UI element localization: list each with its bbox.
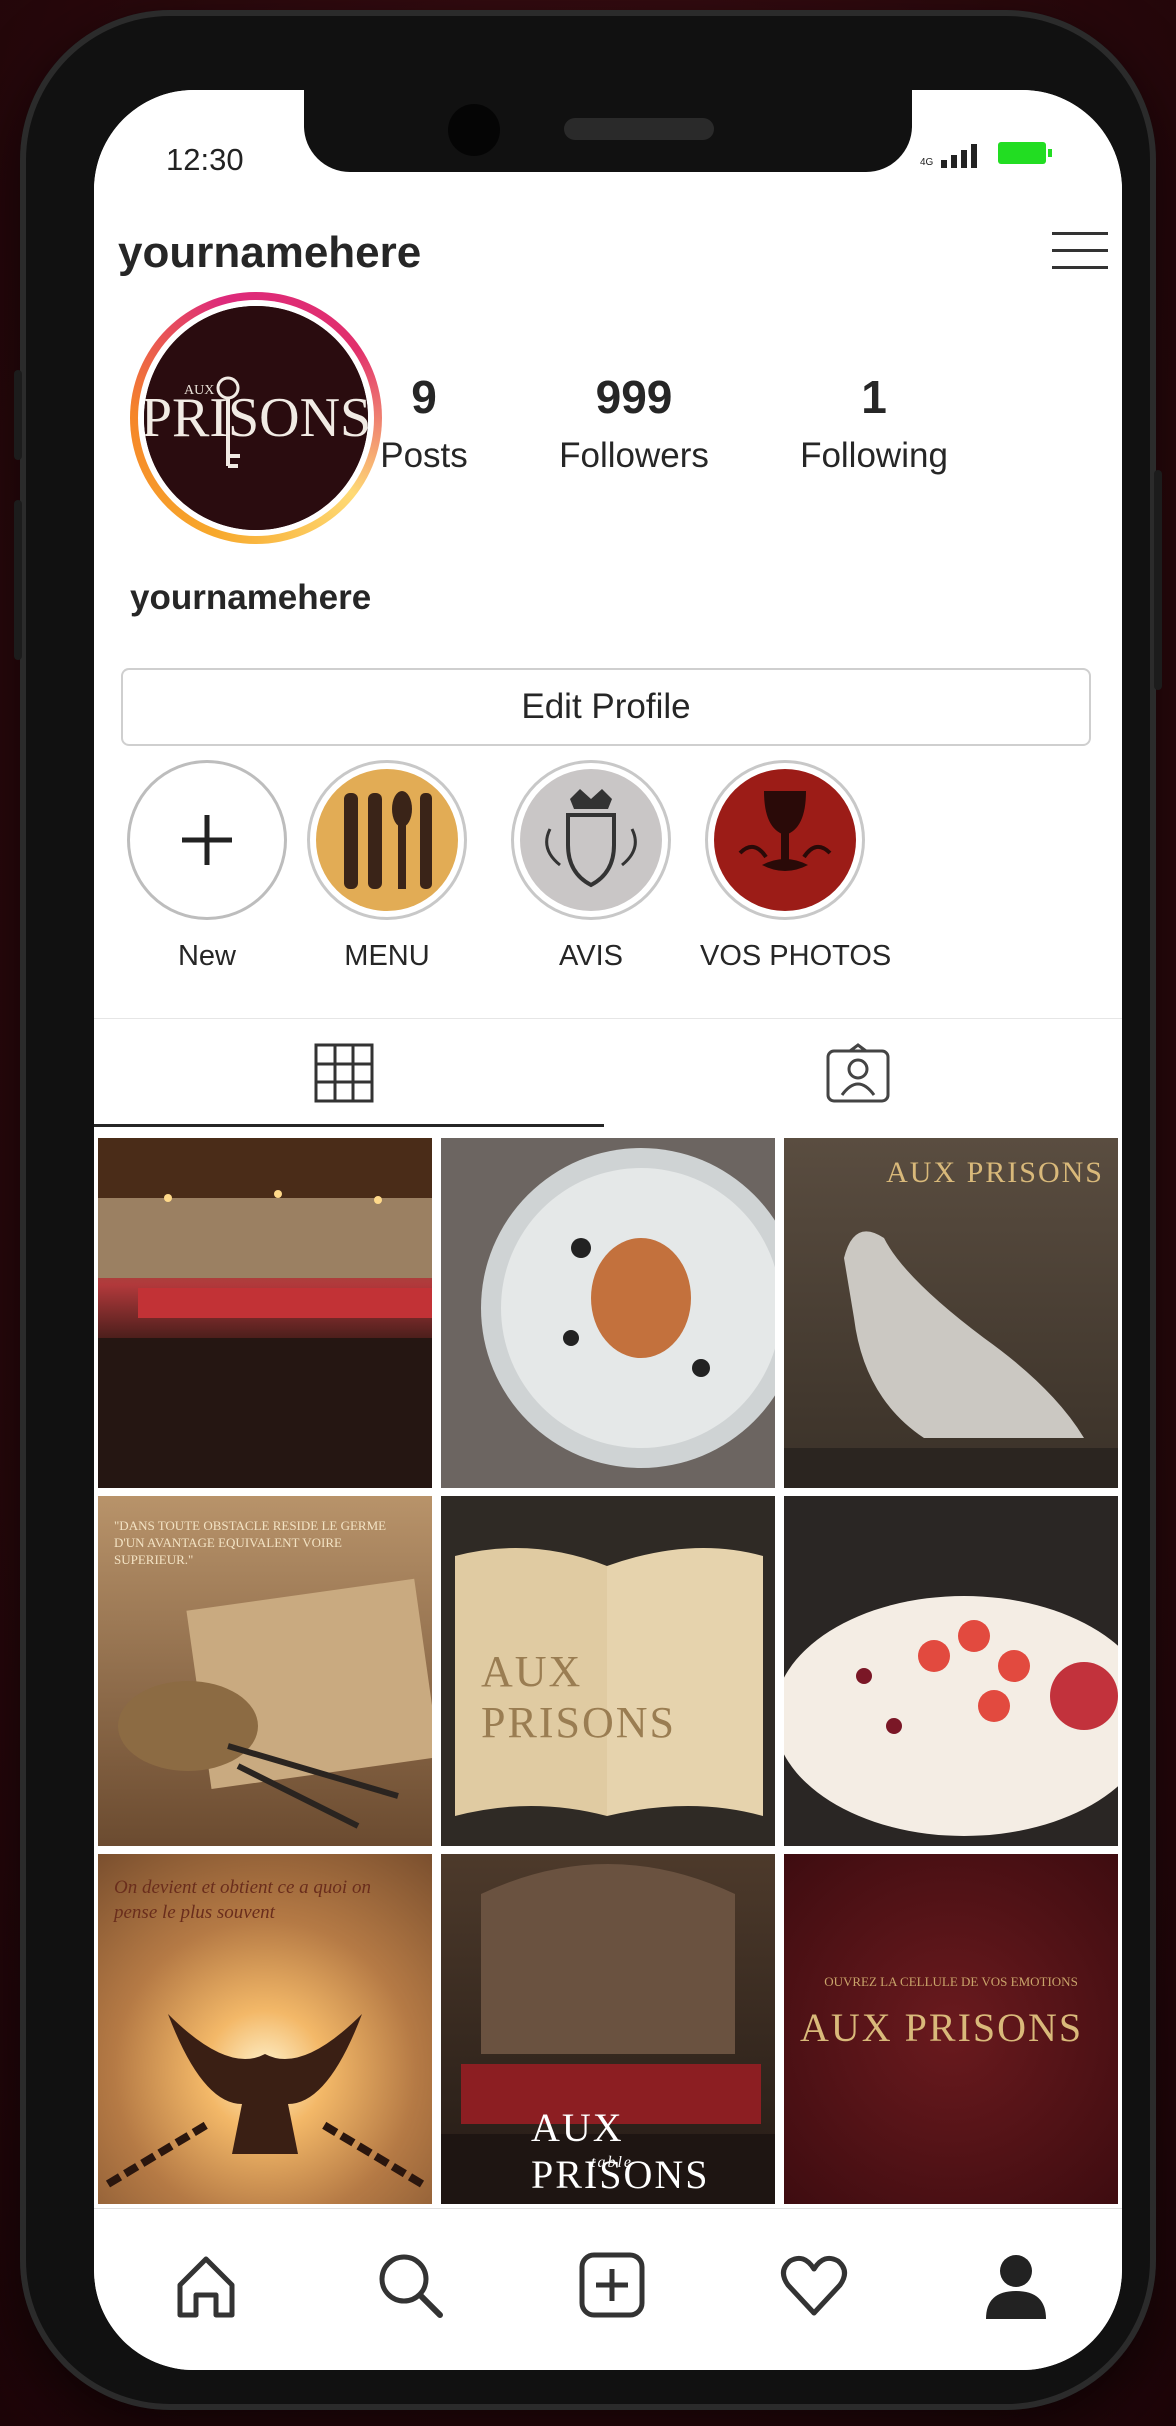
dove-statue-image [784,1231,1118,1488]
bottom-nav [94,2208,1122,2370]
highlight-new[interactable]: New [122,760,292,973]
highlight-label: VOS PHOTOS [700,940,892,972]
stat-following[interactable]: 1 Following [754,370,994,476]
side-button [14,500,22,660]
post-thumbnail[interactable]: AUX PRISONS [441,1496,775,1846]
heart-icon[interactable] [774,2245,854,2325]
post-thumbnail[interactable] [784,1496,1118,1846]
post-thumbnail[interactable] [441,1138,775,1488]
grid-icon [314,1043,374,1103]
stat-label: Following [800,436,948,475]
post-thumbnail[interactable]: AUX PRISONS [784,1138,1118,1488]
phone-screen: 12:30 4G yournamehere AUX PRISONS 9 Post… [94,90,1122,2370]
profile-icon[interactable] [976,2245,1056,2325]
post-brand-text: AUX PRISONS [886,1156,1104,1189]
stat-value: 1 [861,371,887,423]
side-button [14,370,22,460]
post-brand-text: AUX PRISONS [800,2005,1084,2050]
cutlery-icon [344,791,432,889]
highlight-vos-photos[interactable]: VOS PHOTOS [700,760,892,973]
signal-icon: 4G [920,142,978,168]
post-caption: "DANS TOUTE OBSTACLE RESIDE LE GERME D'U… [114,1518,387,1567]
status-time: 12:30 [166,142,244,177]
post-brand-text: AUX PRISONS [481,1647,676,1747]
battery-icon [998,142,1052,164]
highlight-label: MENU [344,940,430,972]
phone-frame: 12:30 4G yournamehere AUX PRISONS 9 Post… [14,10,1162,2410]
edit-profile-button[interactable]: Edit Profile [121,668,1091,746]
plus-icon [182,815,232,865]
strawberry-dessert-image [784,1596,1118,1836]
plated-dish-image [481,1148,775,1468]
highlight-menu[interactable]: MENU [302,760,472,973]
post-caption: OUVREZ LA CELLULE DE VOS EMOTIONS [824,1974,1078,1989]
menu-icon[interactable] [1052,220,1108,280]
restaurant-interior-image [98,1138,432,1488]
add-post-icon[interactable] [572,2245,652,2325]
stat-value: 999 [595,371,673,423]
header-username: yournamehere [118,228,422,277]
profile-header: yournamehere [118,220,1122,300]
search-icon[interactable] [370,2245,450,2325]
tab-grid[interactable] [94,1019,604,1127]
profile-tabs [94,1018,1122,1129]
post-caption: On devient et obtient ce a quoi on pense… [114,1877,371,1923]
highlight-label: New [177,940,236,972]
network-label: 4G [920,157,934,168]
tagged-person-icon [826,1043,890,1103]
highlight-label: AVIS [559,940,623,972]
post-thumbnail[interactable]: OUVREZ LA CELLULE DE VOS EMOTIONS AUX PR… [784,1854,1118,2204]
post-thumbnail[interactable] [98,1138,432,1488]
stat-posts[interactable]: 9 Posts [314,370,534,476]
side-button [1154,470,1162,690]
stat-followers[interactable]: 999 Followers [514,370,754,476]
notch [304,90,912,172]
stat-label: Posts [380,436,468,475]
tab-tagged[interactable] [608,1019,1118,1127]
chalice-icon [738,791,832,871]
home-icon[interactable] [166,2245,246,2325]
post-thumbnail[interactable]: "DANS TOUTE OBSTACLE RESIDE LE GERME D'U… [98,1496,432,1846]
post-thumbnail[interactable]: AUX PRISONS table [441,1854,775,2204]
post-brand-sub: table [591,2154,633,2171]
post-thumbnail[interactable]: On devient et obtient ce a quoi on pense… [98,1854,432,2204]
stat-value: 9 [411,371,437,423]
highlight-avis[interactable]: AVIS [506,760,676,973]
post-brand-text: AUX PRISONS [531,2105,710,2197]
crest-icon [545,789,637,888]
stat-label: Followers [559,436,709,475]
profile-name: yournamehere [130,578,372,617]
